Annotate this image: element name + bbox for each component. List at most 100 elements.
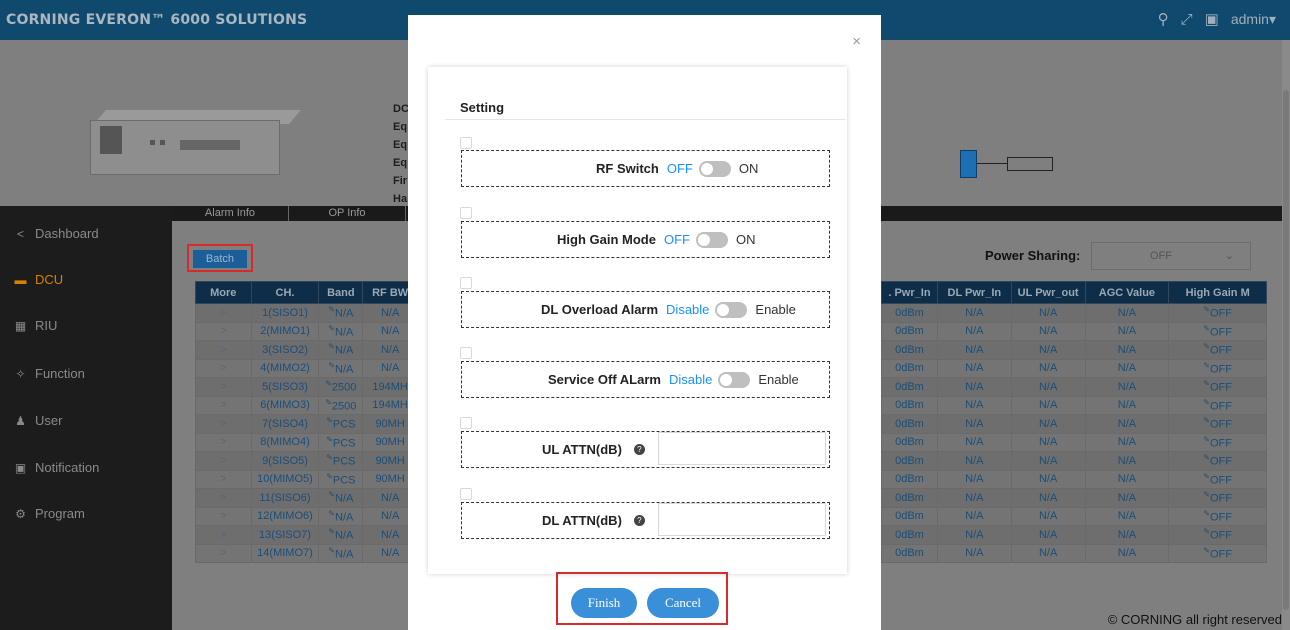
expand-row-icon[interactable]: > [195,451,252,471]
cell-high-gain-mode[interactable]: ✎OFF [1168,543,1267,563]
table-row[interactable]: >12(MIMO6) ✎N/A N/A [195,506,418,526]
tab-op-info[interactable]: OP Info [289,206,406,221]
fullscreen-icon[interactable]: ⤢ [1181,11,1193,28]
cell-high-gain-mode[interactable]: ✎OFF [1168,303,1267,323]
table-row[interactable]: >4(MIMO2) ✎N/A N/A [195,358,418,378]
table-row[interactable]: 0dBm N/A N/A N/A ✎OFF [881,303,1267,323]
tab-alarm-info[interactable]: Alarm Info [172,206,289,221]
expand-row-icon[interactable]: > [195,469,252,489]
table-row[interactable]: 0dBm N/A N/A N/A ✎OFF [881,414,1267,434]
dl-overload-toggle[interactable] [715,301,748,318]
table-row[interactable]: 0dBm N/A N/A N/A ✎OFF [881,488,1267,508]
cell-band[interactable]: ✎N/A [318,543,364,563]
cell-band[interactable]: ✎N/A [318,340,364,360]
image-icon[interactable]: ▣ [1205,10,1219,28]
expand-row-icon[interactable]: > [195,358,252,378]
cell-band[interactable]: ✎PCS [318,451,364,471]
help-icon[interactable]: ? [633,515,645,526]
cell-band[interactable]: ✎N/A [318,358,364,378]
expand-row-icon[interactable]: > [195,506,252,526]
power-sharing-select[interactable]: OFF ⌄ [1091,242,1251,270]
scrollbar-thumb[interactable] [1283,90,1289,610]
dl-attn-input[interactable] [658,503,826,536]
topology-node[interactable] [960,150,977,178]
table-row[interactable]: 0dBm N/A N/A N/A ✎OFF [881,451,1267,471]
sidebar-item-program[interactable]: ⚙ Program [14,506,85,521]
table-row[interactable]: >7(SISO4) ✎PCS 90MH [195,414,418,434]
high-gain-checkbox[interactable] [460,207,472,219]
cell-high-gain-mode[interactable]: ✎OFF [1168,488,1267,508]
cell-band[interactable]: ✎PCS [318,469,364,489]
expand-row-icon[interactable]: > [195,432,252,452]
cell-high-gain-mode[interactable]: ✎OFF [1168,525,1267,545]
high-gain-toggle[interactable] [695,231,728,248]
table-row[interactable]: 0dBm N/A N/A N/A ✎OFF [881,377,1267,397]
cell-high-gain-mode[interactable]: ✎OFF [1168,432,1267,452]
sidebar-item-notification[interactable]: ▣ Notification [14,460,99,475]
page-scrollbar[interactable] [1282,40,1290,630]
table-row[interactable]: >6(MIMO3) ✎2500 194MH [195,395,418,415]
table-row[interactable]: 0dBm N/A N/A N/A ✎OFF [881,395,1267,415]
service-off-toggle[interactable] [718,371,751,388]
sidebar-item-dashboard[interactable]: < Dashboard [14,226,99,241]
ul-attn-checkbox[interactable] [460,417,472,429]
ul-attn-input[interactable] [658,432,826,465]
cell-band[interactable]: ✎N/A [318,488,364,508]
help-icon[interactable]: ? [633,444,645,455]
expand-row-icon[interactable]: > [195,321,252,341]
rf-switch-toggle[interactable] [698,160,731,177]
cell-high-gain-mode[interactable]: ✎OFF [1168,358,1267,378]
cell-high-gain-mode[interactable]: ✎OFF [1168,377,1267,397]
table-row[interactable]: 0dBm N/A N/A N/A ✎OFF [881,432,1267,452]
cancel-button[interactable]: Cancel [647,588,719,618]
table-row[interactable]: 0dBm N/A N/A N/A ✎OFF [881,321,1267,341]
cell-band[interactable]: ✎N/A [318,506,364,526]
cell-high-gain-mode[interactable]: ✎OFF [1168,395,1267,415]
cell-band[interactable]: ✎PCS [318,432,364,452]
table-row[interactable]: 0dBm N/A N/A N/A ✎OFF [881,525,1267,545]
expand-row-icon[interactable]: > [195,488,252,508]
cell-high-gain-mode[interactable]: ✎OFF [1168,321,1267,341]
user-menu[interactable]: admin▾ [1231,11,1276,28]
table-row[interactable]: >1(SISO1) ✎N/A N/A [195,303,418,323]
sidebar-item-user[interactable]: ♟ User [14,413,62,428]
table-row[interactable]: >8(MIMO4) ✎PCS 90MH [195,432,418,452]
finish-button[interactable]: Finish [571,588,637,618]
cell-band[interactable]: ✎PCS [318,414,364,434]
expand-row-icon[interactable]: > [195,340,252,360]
table-row[interactable]: >2(MIMO1) ✎N/A N/A [195,321,418,341]
cell-high-gain-mode[interactable]: ✎OFF [1168,451,1267,471]
cell-high-gain-mode[interactable]: ✎OFF [1168,414,1267,434]
sidebar-item-riu[interactable]: ▦ RIU [14,318,58,333]
sidebar-item-function[interactable]: ✧ Function [14,366,84,381]
sidebar-item-dcu[interactable]: ▬ DCU [14,272,64,287]
table-row[interactable]: >10(MIMO5) ✎PCS 90MH [195,469,418,489]
table-row[interactable]: >9(SISO5) ✎PCS 90MH [195,451,418,471]
batch-button[interactable]: Batch [193,250,247,268]
table-row[interactable]: 0dBm N/A N/A N/A ✎OFF [881,469,1267,489]
table-row[interactable]: >14(MIMO7) ✎N/A N/A [195,543,418,563]
table-row[interactable]: >5(SISO3) ✎2500 194MH [195,377,418,397]
table-row[interactable]: 0dBm N/A N/A N/A ✎OFF [881,340,1267,360]
dl-attn-checkbox[interactable] [460,488,472,500]
search-icon[interactable]: ⚲ [1158,10,1169,28]
expand-row-icon[interactable]: > [195,377,252,397]
cell-band[interactable]: ✎N/A [318,303,364,323]
table-row[interactable]: >3(SISO2) ✎N/A N/A [195,340,418,360]
cell-band[interactable]: ✎2500 [318,377,364,397]
table-row[interactable]: >13(SISO7) ✎N/A N/A [195,525,418,545]
cell-high-gain-mode[interactable]: ✎OFF [1168,340,1267,360]
expand-row-icon[interactable]: > [195,525,252,545]
close-icon[interactable]: × [852,33,861,50]
cell-high-gain-mode[interactable]: ✎OFF [1168,469,1267,489]
table-row[interactable]: 0dBm N/A N/A N/A ✎OFF [881,543,1267,563]
table-row[interactable]: >11(SISO6) ✎N/A N/A [195,488,418,508]
topology-node[interactable] [1007,157,1053,171]
expand-row-icon[interactable]: > [195,303,252,323]
expand-row-icon[interactable]: > [195,414,252,434]
dl-overload-checkbox[interactable] [460,277,472,289]
expand-row-icon[interactable]: > [195,543,252,563]
table-row[interactable]: 0dBm N/A N/A N/A ✎OFF [881,358,1267,378]
rf-switch-checkbox[interactable] [460,137,472,149]
cell-band[interactable]: ✎N/A [318,321,364,341]
